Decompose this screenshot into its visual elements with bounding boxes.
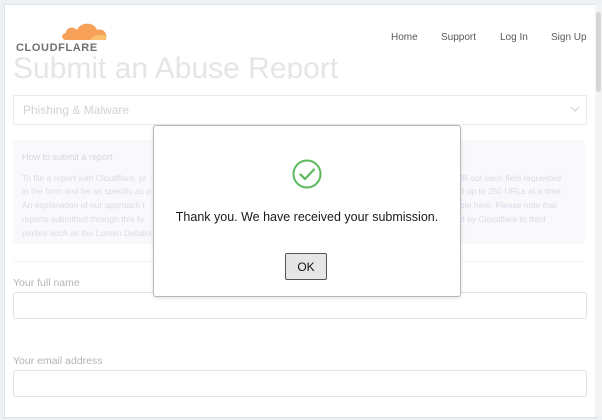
confirmation-dialog: Thank you. We have received your submiss… [153,125,461,297]
success-check-icon [292,159,322,189]
ok-button[interactable]: OK [285,253,327,280]
confirmation-message: Thank you. We have received your submiss… [175,210,439,224]
